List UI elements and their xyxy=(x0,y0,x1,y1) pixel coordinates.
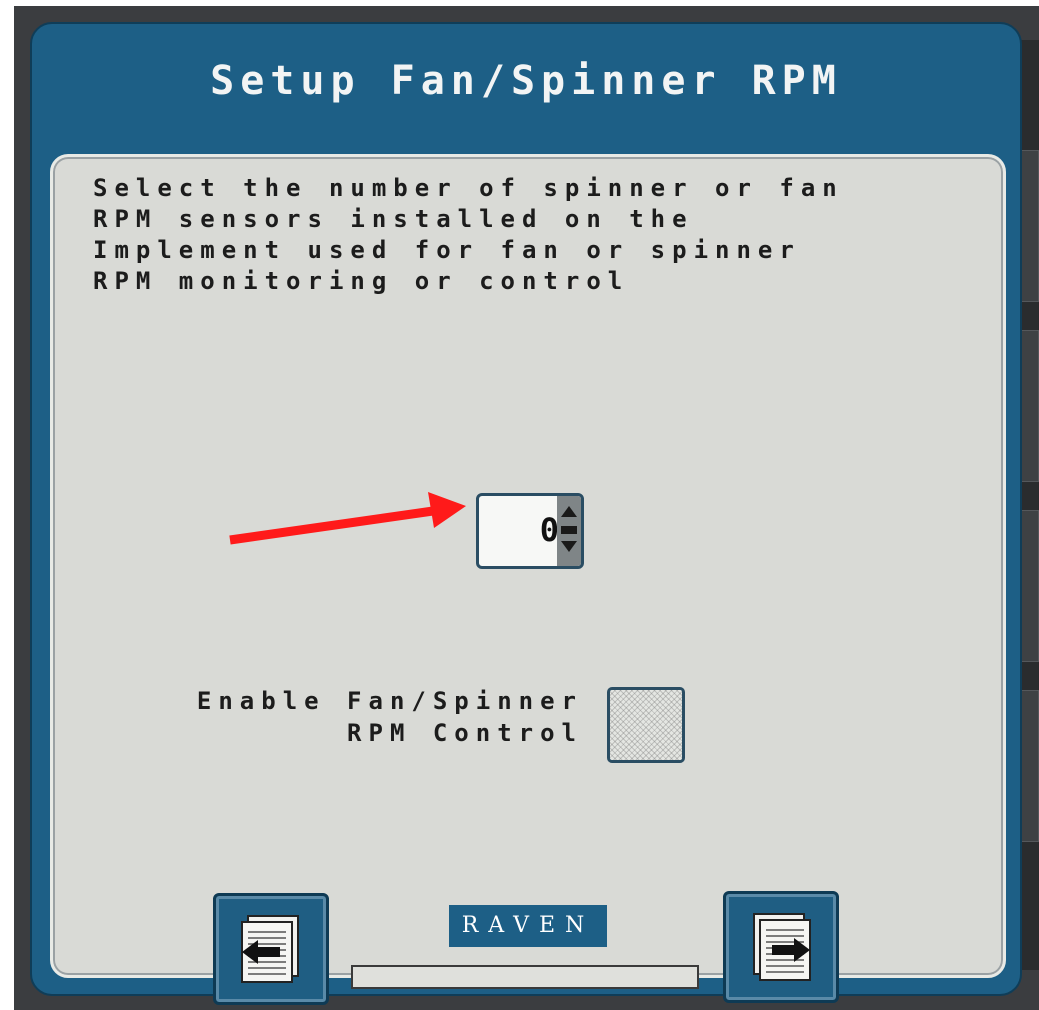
annotation-arrow-icon xyxy=(229,492,466,545)
